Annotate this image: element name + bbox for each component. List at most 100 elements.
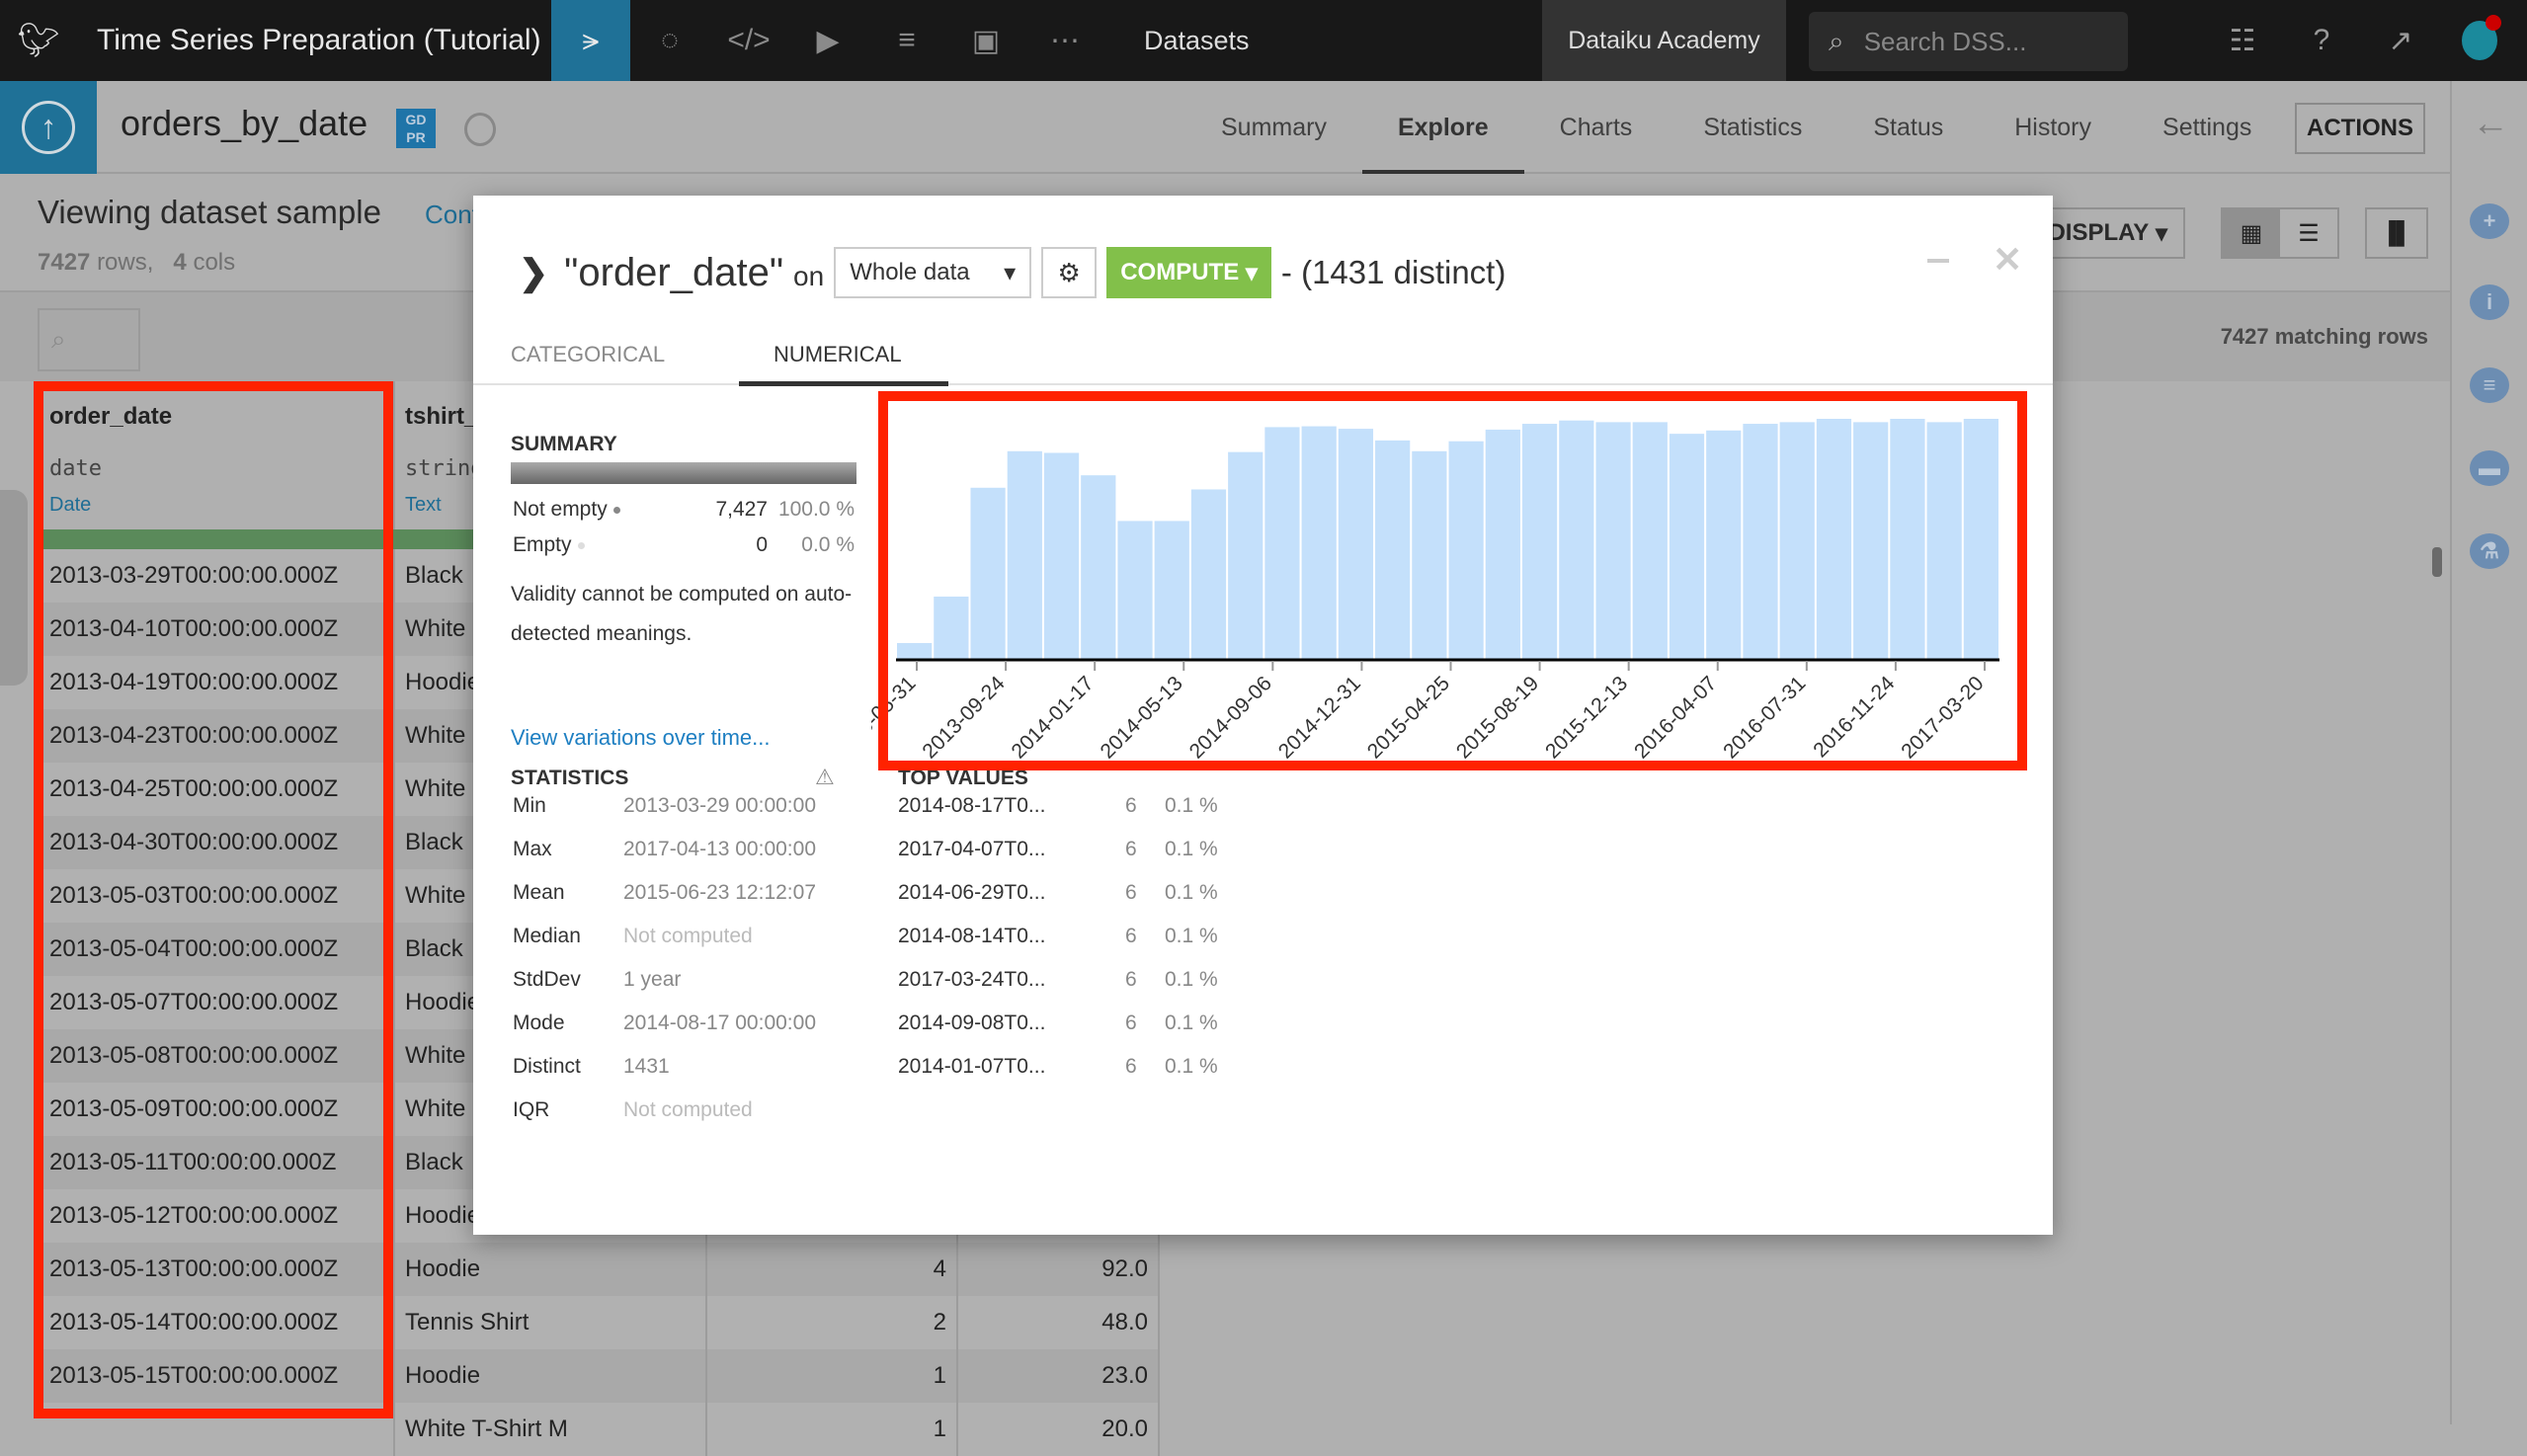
table-cell[interactable]: 2013-05-15T00:00:00.000Z	[40, 1349, 395, 1403]
info-icon[interactable]: i	[2470, 284, 2509, 320]
column-meaning[interactable]: Text	[405, 494, 442, 517]
histogram-bar[interactable]	[1485, 429, 1520, 659]
table-cell[interactable]: 2	[707, 1296, 958, 1349]
table-cell[interactable]: 2013-03-29T00:00:00.000Z	[40, 549, 395, 603]
table-cell[interactable]: 23.0	[958, 1349, 1160, 1403]
lab-icon[interactable]: ⚗	[2470, 533, 2509, 569]
table-cell[interactable]: 92.0	[958, 1243, 1160, 1296]
histogram-bar[interactable]	[1375, 440, 1411, 659]
table-cell[interactable]: Hoodie	[395, 1349, 707, 1403]
sample-select[interactable]: Whole data ▾	[834, 247, 1032, 298]
tab-settings[interactable]: Settings	[2127, 81, 2287, 174]
table-cell[interactable]: 2013-05-07T00:00:00.000Z	[40, 976, 395, 1029]
actions-button[interactable]: ACTIONS	[2295, 103, 2425, 154]
histogram-bar[interactable]	[1779, 422, 1815, 659]
tab-status[interactable]: Status	[1837, 81, 1979, 174]
add-icon[interactable]: +	[2470, 203, 2509, 239]
histogram-bar[interactable]	[1595, 422, 1631, 659]
histogram-bar[interactable]	[1816, 419, 1852, 659]
code-icon[interactable]: </>	[709, 0, 788, 81]
histogram-bar[interactable]	[1264, 427, 1300, 659]
flow-icon[interactable]: ⪫	[551, 0, 630, 81]
warning-icon[interactable]: ⚠	[815, 765, 835, 790]
tab-statistics[interactable]: Statistics	[1668, 81, 1837, 174]
column-meaning[interactable]: Date	[49, 494, 91, 517]
table-cell[interactable]: 2013-05-12T00:00:00.000Z	[40, 1189, 395, 1243]
histogram-bar[interactable]	[1117, 521, 1153, 659]
histogram-bar[interactable]	[1190, 489, 1227, 659]
more-icon[interactable]: ⋯	[1025, 0, 1104, 81]
project-title[interactable]: Time Series Preparation (Tutorial)	[77, 24, 551, 57]
compute-button[interactable]: COMPUTE ▾	[1106, 247, 1271, 298]
histogram-bar[interactable]	[1890, 419, 1925, 659]
histogram-bar[interactable]	[1081, 475, 1116, 659]
table-cell[interactable]: 48.0	[958, 1296, 1160, 1349]
table-cell[interactable]: 20.0	[958, 1403, 1160, 1456]
table-cell[interactable]: 2013-05-03T00:00:00.000Z	[40, 869, 395, 923]
histogram-bar[interactable]	[1521, 424, 1558, 659]
chevron-right-icon[interactable]: ❯	[519, 252, 548, 293]
tab-history[interactable]: History	[1979, 81, 2127, 174]
table-cell[interactable]: 2013-05-04T00:00:00.000Z	[40, 923, 395, 976]
dataset-watch-icon[interactable]	[464, 113, 496, 146]
histogram-bar[interactable]	[1926, 422, 1962, 659]
histogram-bar[interactable]	[1632, 422, 1668, 659]
histogram-bar[interactable]	[1559, 420, 1594, 659]
vertical-scrollbar[interactable]	[2432, 547, 2442, 577]
histogram-bar[interactable]	[1853, 422, 1889, 659]
global-search-input[interactable]: ⌕ Search DSS...	[1809, 12, 2128, 71]
table-view-icon[interactable]: ▦	[2223, 209, 2280, 257]
histogram-bar[interactable]	[1043, 452, 1080, 659]
instance-name[interactable]: Dataiku Academy	[1542, 0, 1786, 81]
tab-charts[interactable]: Charts	[1524, 81, 1669, 174]
histogram-bar[interactable]	[1706, 430, 1742, 659]
configure-sample-link[interactable]: Conf	[425, 200, 479, 230]
left-panel-handle[interactable]	[0, 490, 28, 686]
run-icon[interactable]: ▶	[788, 0, 867, 81]
table-cell[interactable]: 2013-04-10T00:00:00.000Z	[40, 603, 395, 656]
table-cell[interactable]: 2013-05-11T00:00:00.000Z	[40, 1136, 395, 1189]
table-cell[interactable]	[40, 1403, 395, 1456]
table-cell[interactable]: Hoodie	[395, 1243, 707, 1296]
table-cell[interactable]: 1	[707, 1349, 958, 1403]
histogram-bar[interactable]	[1154, 521, 1189, 659]
table-search-input[interactable]: ⌕	[38, 308, 140, 371]
recipes-icon[interactable]: ◌	[630, 0, 709, 81]
table-cell[interactable]: White T-Shirt M	[395, 1403, 707, 1456]
table-cell[interactable]: 4	[707, 1243, 958, 1296]
view-variations-link[interactable]: View variations over time...	[511, 725, 770, 751]
user-avatar[interactable]	[2440, 0, 2519, 81]
minimize-icon[interactable]	[1927, 259, 1949, 263]
gear-icon[interactable]: ⚙	[1041, 247, 1098, 298]
histogram-bar[interactable]	[1669, 434, 1705, 659]
current-section-datasets[interactable]: Datasets	[1144, 0, 1250, 81]
tab-summary[interactable]: Summary	[1185, 81, 1362, 174]
jobs-icon[interactable]: ≡	[867, 0, 946, 81]
table-cell[interactable]: 1	[707, 1403, 958, 1456]
list-icon[interactable]: ≡	[2470, 367, 2509, 403]
histogram-bar[interactable]	[1963, 419, 1998, 659]
histogram-bar[interactable]	[970, 487, 1006, 659]
back-arrow-icon[interactable]: ←	[2472, 103, 2509, 145]
table-row[interactable]: White T-Shirt M 1 20.0	[40, 1403, 1160, 1456]
tab-categorical[interactable]: CATEGORICAL	[511, 342, 665, 367]
apps-grid-icon[interactable]: ☷	[2203, 0, 2282, 81]
histogram-bar[interactable]	[934, 596, 969, 659]
histogram-bar[interactable]	[1301, 426, 1337, 659]
table-cell[interactable]: 2013-04-25T00:00:00.000Z	[40, 763, 395, 816]
dataiku-logo-icon[interactable]: 🐦︎	[0, 0, 77, 81]
comment-icon[interactable]: ▬	[2470, 450, 2509, 486]
table-cell[interactable]: 2013-04-19T00:00:00.000Z	[40, 656, 395, 709]
table-row[interactable]: 2013-05-13T00:00:00.000Z Hoodie 4 92.0	[40, 1243, 1160, 1296]
column-stats-icon[interactable]: ▐▌	[2365, 207, 2428, 259]
gdpr-badge[interactable]: GD PR	[396, 109, 436, 148]
list-view-icon[interactable]: ☰	[2280, 209, 2337, 257]
table-cell[interactable]: 2013-04-23T00:00:00.000Z	[40, 709, 395, 763]
table-cell[interactable]: 2013-05-08T00:00:00.000Z	[40, 1029, 395, 1083]
histogram-bar[interactable]	[1412, 450, 1447, 659]
table-cell[interactable]: 2013-05-09T00:00:00.000Z	[40, 1083, 395, 1136]
histogram-bar[interactable]	[1743, 424, 1778, 659]
table-row[interactable]: 2013-05-14T00:00:00.000Z Tennis Shirt 2 48.…	[40, 1296, 1160, 1349]
histogram-bar[interactable]	[1448, 441, 1484, 659]
histogram-bar[interactable]	[1007, 450, 1042, 659]
